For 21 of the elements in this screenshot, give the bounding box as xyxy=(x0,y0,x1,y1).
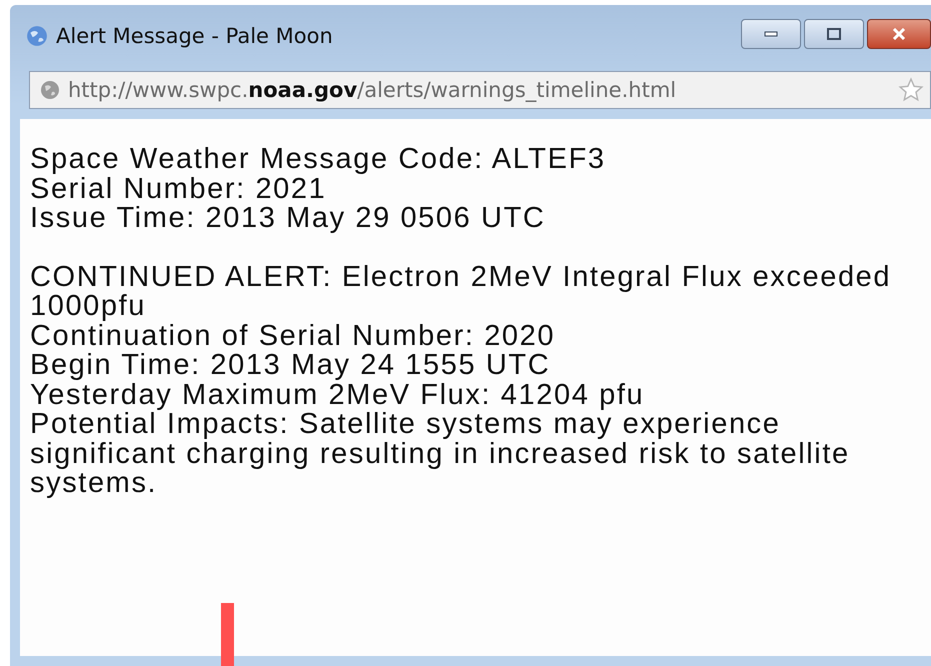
address-bar[interactable]: http://www.swpc.noaa.gov/alerts/warnings_timeline.html xyxy=(29,71,931,109)
url-text: http://www.swpc.noaa.gov/alerts/warnings_timeline.html xyxy=(68,78,676,102)
globe-icon xyxy=(40,80,60,100)
message-line: Yesterday Maximum 2MeV Flux: 41204 pfu xyxy=(30,380,646,410)
globe-icon xyxy=(26,25,48,47)
message-line: Space Weather Message Code: ALTEF3 xyxy=(30,145,607,174)
message-line: Potential Impacts: Satellite systems may experience significant charging resulting in increased risk to satellite systems. xyxy=(30,410,851,498)
message-line: Issue Time: 2013 May 29 0506 UTC xyxy=(30,204,546,234)
message-line: CONTINUED ALERT: Electron 2MeV Integral Flux exceeded 1000pfu xyxy=(30,262,892,322)
close-icon xyxy=(891,28,907,40)
message-line: Begin Time: 2013 May 24 1555 UTC xyxy=(30,351,552,380)
minimize-button[interactable] xyxy=(741,19,801,49)
message-line: Continuation of Serial Number: 2020 xyxy=(30,322,556,351)
minimize-icon xyxy=(764,31,778,37)
maximize-button[interactable] xyxy=(804,19,864,49)
close-button[interactable] xyxy=(867,19,931,49)
window-title: Alert Message - Pale Moon xyxy=(56,24,333,48)
vertical-marker xyxy=(221,603,234,666)
maximize-icon xyxy=(827,28,841,40)
message-line: Serial Number: 2021 xyxy=(30,174,326,204)
star-icon[interactable] xyxy=(898,77,924,103)
